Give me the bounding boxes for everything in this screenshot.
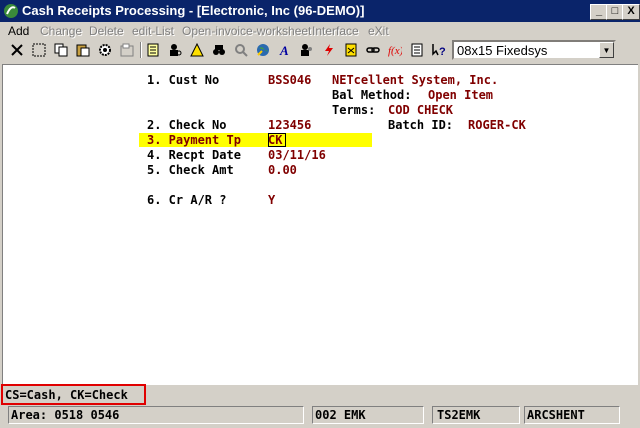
help-icon[interactable]: ? [430, 41, 448, 59]
app-icon [4, 4, 18, 18]
bal-method-label: Bal Method: [332, 88, 412, 102]
svg-text:?: ? [439, 46, 446, 57]
user-lookup-icon[interactable] [166, 41, 184, 59]
lightning-icon[interactable] [320, 41, 338, 59]
link-icon[interactable] [364, 41, 382, 59]
cust-no-field[interactable]: BSS046 [268, 73, 311, 87]
menu-edit-list[interactable]: edit-List [132, 24, 174, 38]
title-bar: Cash Receipts Processing - [Electronic, … [0, 0, 640, 22]
svg-text:A: A [279, 43, 289, 57]
batch-id-value: ROGER-CK [468, 118, 526, 132]
cr-ar-label: 6. Cr A/R ? [147, 193, 227, 207]
check-no-label: 2. Check No [147, 118, 227, 132]
font-select[interactable]: 08x15 Fixedsys ▼ [452, 40, 616, 60]
highlight-annotation [1, 384, 146, 405]
status-area: Area: 0518 0546 [8, 406, 304, 424]
function-icon[interactable]: f(x) [386, 41, 404, 59]
font-select-value: 08x15 Fixedsys [457, 43, 548, 58]
svg-text:f(x): f(x) [388, 45, 402, 57]
properties-icon[interactable] [118, 41, 136, 59]
zoom-icon[interactable] [232, 41, 250, 59]
warning-icon[interactable] [188, 41, 206, 59]
notes-icon[interactable] [144, 41, 162, 59]
users-icon[interactable] [298, 41, 316, 59]
recpt-date-field[interactable]: 03/11/16 [268, 148, 326, 162]
window-title: Cash Receipts Processing - [Electronic, … [22, 3, 365, 18]
recpt-date-label: 4. Recpt Date [147, 148, 241, 162]
batch-id-label: Batch ID: [388, 118, 454, 132]
cust-no-label: 1. Cust No [147, 73, 220, 87]
check-amt-label: 5. Check Amt [147, 163, 234, 177]
menu-delete[interactable]: Delete [89, 24, 124, 38]
check-amt-field[interactable]: 0.00 [268, 163, 297, 177]
close-button[interactable]: X [622, 4, 640, 20]
bal-method-value: Open Item [428, 88, 494, 102]
calculator-icon[interactable] [342, 41, 360, 59]
menu-interface[interactable]: Interface [312, 24, 359, 38]
check-no-field[interactable]: 123456 [268, 118, 311, 132]
status-terminal: TS2EMK [432, 406, 520, 424]
paste-icon[interactable] [74, 41, 92, 59]
terms-value: COD CHECK [388, 103, 454, 117]
menu-bar: Add Change Delete edit-List Open-invoice… [0, 22, 640, 40]
settings-icon[interactable] [96, 41, 114, 59]
copy-icon[interactable] [52, 41, 70, 59]
menu-open-invoice-worksheet[interactable]: Open-invoice-worksheet [182, 24, 311, 38]
menu-change[interactable]: Change [40, 24, 82, 38]
terminal-screen [2, 64, 638, 404]
text-cursor [268, 133, 286, 147]
terms-label: Terms: [332, 103, 376, 117]
cr-ar-field[interactable]: Y [268, 193, 275, 207]
binoculars-icon[interactable] [210, 41, 228, 59]
status-company: ARCSHENT [524, 406, 620, 424]
status-user: 002 EMK [312, 406, 424, 424]
payment-type-label: 3. Payment Tp [147, 133, 241, 147]
globe-icon[interactable] [254, 41, 272, 59]
font-icon[interactable]: A [276, 41, 294, 59]
menu-exit[interactable]: eXit [368, 24, 389, 38]
menu-add[interactable]: Add [8, 24, 29, 38]
list-icon[interactable] [408, 41, 426, 59]
chevron-down-icon[interactable]: ▼ [599, 42, 614, 58]
status-bar: Area: 0518 0546 002 EMK TS2EMK ARCSHENT [0, 404, 640, 428]
close-icon[interactable] [8, 41, 26, 59]
customer-name: NETcellent System, Inc. [332, 73, 499, 87]
select-icon[interactable] [30, 41, 48, 59]
toolbar-separator [140, 42, 142, 58]
